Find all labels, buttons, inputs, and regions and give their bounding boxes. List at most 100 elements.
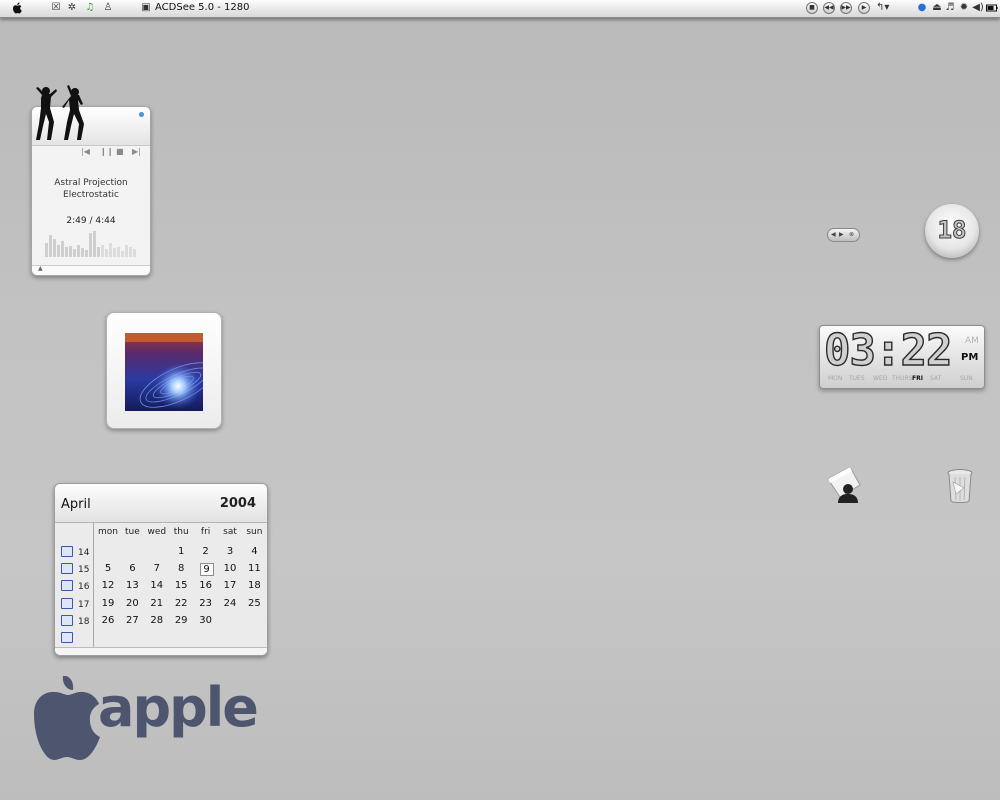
clock-weekday: TUES: [849, 375, 865, 382]
internet-icon[interactable]: ●: [916, 2, 928, 14]
week-calendar-icon[interactable]: [61, 563, 73, 575]
weekday-header-mon: mon: [98, 527, 118, 537]
fast-forward-icon[interactable]: ▶▶: [840, 2, 852, 14]
equalizer-bar: [133, 249, 136, 257]
next-arrow-icon[interactable]: ▶: [839, 229, 844, 241]
week-row-label: 15: [61, 563, 91, 577]
player-footer: ▲: [32, 265, 150, 275]
week-calendar-icon[interactable]: [61, 614, 73, 626]
calendar-day[interactable]: 28: [145, 615, 169, 626]
calendar-day[interactable]: 11: [242, 563, 266, 574]
app-icon-4[interactable]: ♙: [102, 2, 114, 14]
apple-menu-icon[interactable]: [12, 2, 24, 14]
round-clock-widget[interactable]: 18: [925, 204, 979, 258]
calendar-day[interactable]: 7: [145, 563, 169, 574]
calendar-day[interactable]: 22: [169, 598, 193, 609]
week-row-label: 18: [61, 614, 91, 629]
calendar-day[interactable]: 2: [194, 546, 218, 557]
round-clock-value: 18: [937, 216, 967, 245]
small-controller-widget[interactable]: ◀ ▶ ⊗: [827, 228, 860, 242]
calendar-day[interactable]: 13: [120, 580, 144, 591]
play-icon[interactable]: ▶: [858, 2, 870, 14]
equalizer-bars: [45, 229, 137, 257]
calendar-day[interactable]: 16: [194, 580, 218, 591]
calendar-day[interactable]: 30: [194, 615, 218, 626]
acdsee-icon[interactable]: ▣: [140, 2, 152, 14]
week-calendar-icon[interactable]: [61, 632, 73, 643]
calendar-day[interactable]: 5: [96, 563, 120, 574]
next-track-icon[interactable]: ▶|: [132, 147, 141, 156]
calendar-day[interactable]: 15: [169, 580, 193, 591]
app-title[interactable]: ACDSee 5.0 - 1280: [155, 2, 250, 13]
week-row-label: 16: [61, 580, 91, 594]
previous-track-icon[interactable]: |◀: [81, 147, 90, 156]
prev-arrow-icon[interactable]: ◀: [831, 229, 836, 241]
week-number: 14: [78, 548, 90, 558]
calendar-day[interactable]: 25: [242, 598, 266, 609]
week-row-label: 14: [61, 546, 91, 560]
equalizer-bar: [45, 243, 48, 257]
weekday-header-tue: tue: [125, 527, 140, 537]
gear-icon[interactable]: ✹: [958, 2, 970, 14]
calendar-day[interactable]: 21: [145, 598, 169, 609]
digital-clock-widget[interactable]: 03:22 AM PM MON TUES WED THURS FRI SAT SUN: [819, 325, 985, 389]
calendar-footer: [55, 647, 267, 655]
calendar-day[interactable]: 29: [169, 615, 193, 626]
weekday-header-sat: sat: [223, 527, 237, 537]
calendar-widget: April 2004 14 15 16 17 18 mon tue wed thu fri sat…: [54, 483, 268, 656]
equalizer-bar: [81, 248, 84, 257]
calendar-day[interactable]: 10: [218, 563, 242, 574]
clock-weekday: SAT: [930, 375, 942, 382]
battery-icon[interactable]: [986, 2, 998, 14]
calendar-day[interactable]: 24: [218, 598, 242, 609]
calendar-day[interactable]: 20: [120, 598, 144, 609]
calendar-day[interactable]: 27: [120, 615, 144, 626]
volume-icon[interactable]: ◀): [972, 2, 984, 14]
clock-pm-label: PM: [961, 352, 979, 363]
calendar-day[interactable]: 6: [120, 563, 144, 574]
user-folder-icon[interactable]: [826, 465, 862, 503]
eject-icon[interactable]: ⏏: [931, 2, 943, 14]
calendar-day[interactable]: 14: [145, 580, 169, 591]
itunes-icon[interactable]: ♫: [84, 2, 96, 14]
week-number: 15: [78, 565, 90, 576]
album-cover-image: [125, 333, 203, 411]
equalizer-bar: [117, 247, 120, 257]
calendar-day[interactable]: 3: [218, 546, 242, 557]
equalizer-bar: [113, 248, 116, 257]
close-icon[interactable]: ⊗: [849, 229, 854, 241]
equalizer-bar: [125, 245, 128, 257]
calendar-day[interactable]: 1: [169, 546, 193, 557]
calendar-day[interactable]: 19: [96, 598, 120, 609]
week-calendar-icon[interactable]: [61, 580, 73, 592]
week-calendar-icon[interactable]: [61, 597, 73, 609]
player-status-dot[interactable]: [139, 112, 144, 117]
calendar-day[interactable]: 17: [218, 580, 242, 591]
app-icon-2[interactable]: ✲: [66, 2, 78, 14]
calendar-year[interactable]: 2004: [220, 496, 256, 511]
calendar-month[interactable]: April: [61, 497, 91, 512]
equalizer-bar: [93, 231, 96, 257]
player-controls: |◀ ❙❙ ■ ▶|: [32, 147, 150, 161]
calendar-day[interactable]: 4: [242, 546, 266, 557]
app-icon-1[interactable]: ☒: [50, 2, 62, 14]
repeat-icon[interactable]: ↰▾: [876, 2, 889, 14]
album-art-widget[interactable]: [106, 312, 222, 429]
rewind-icon[interactable]: ◀◀: [823, 2, 835, 14]
calendar-day[interactable]: 12: [96, 580, 120, 591]
calendar-day[interactable]: 18: [242, 580, 266, 591]
equalizer-bar: [101, 245, 104, 257]
calendar-day-today[interactable]: 9: [199, 563, 214, 577]
music-note-icon[interactable]: ♬: [944, 2, 956, 14]
week-calendar-icon[interactable]: [61, 546, 73, 557]
week-number: 18: [78, 616, 90, 627]
calendar-day[interactable]: 8: [169, 563, 193, 574]
equalizer-bar: [85, 250, 88, 257]
stop-icon[interactable]: ■: [806, 2, 818, 14]
stop-button-icon[interactable]: ■: [116, 147, 124, 156]
trash-icon[interactable]: [946, 468, 974, 504]
pause-icon[interactable]: ❙❙: [100, 147, 113, 156]
calendar-day[interactable]: 23: [194, 598, 218, 609]
collapse-arrow-icon[interactable]: ▲: [38, 265, 43, 272]
calendar-day[interactable]: 26: [96, 615, 120, 626]
